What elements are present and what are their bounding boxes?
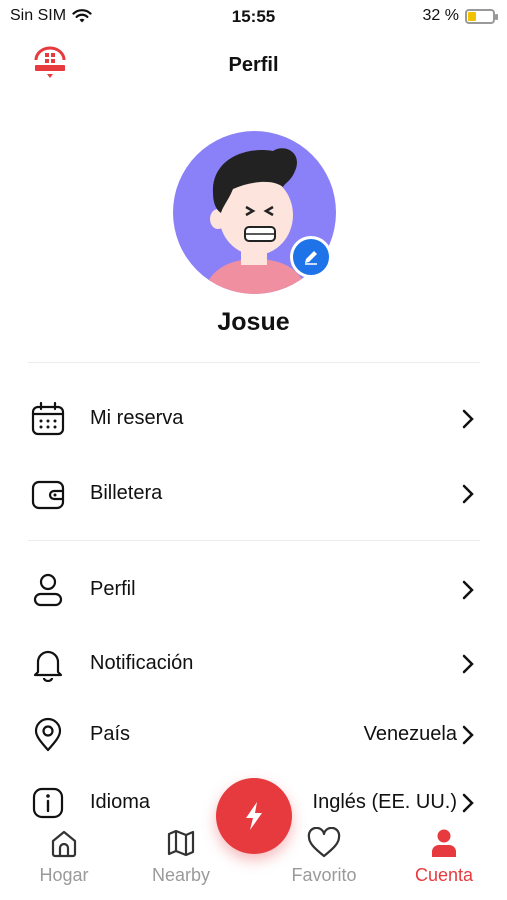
language-value: Inglés (EE. UU.) xyxy=(312,791,457,813)
menu-item-label: Billetera xyxy=(90,482,163,504)
nav-account[interactable]: Cuenta xyxy=(394,822,494,892)
page-title: Perfil xyxy=(228,54,279,76)
nav-label: Nearby xyxy=(151,865,211,885)
menu-item-country[interactable]: País Venezuela xyxy=(0,705,507,763)
wallet-icon xyxy=(31,480,65,510)
heart-icon xyxy=(307,827,341,858)
nav-label: Favorito xyxy=(291,865,357,885)
chevron-right-icon xyxy=(462,793,474,813)
status-bar: Sin SIM 15:55 32 % xyxy=(0,0,507,34)
user-icon xyxy=(33,573,63,607)
nav-home[interactable]: Hogar xyxy=(14,822,114,892)
chevron-right-icon xyxy=(462,409,474,429)
menu-item-profile[interactable]: Perfil xyxy=(0,560,507,618)
divider xyxy=(28,362,480,363)
nav-nearby[interactable]: Nearby xyxy=(131,822,231,892)
battery-icon xyxy=(465,8,498,24)
bell-icon xyxy=(33,650,63,682)
pencil-icon xyxy=(305,251,317,265)
nav-label: Cuenta xyxy=(414,865,474,885)
chevron-right-icon xyxy=(462,484,474,504)
info-icon xyxy=(32,787,64,819)
menu-item-notifications[interactable]: Notificación xyxy=(0,634,507,692)
quick-action-button[interactable] xyxy=(216,778,292,854)
menu-item-label: Mi reserva xyxy=(90,407,184,429)
menu-item-wallet[interactable]: Billetera xyxy=(0,464,507,522)
divider xyxy=(28,540,480,541)
nav-label: Hogar xyxy=(39,865,89,885)
menu-item-label: País xyxy=(90,723,131,745)
map-icon xyxy=(167,829,195,857)
country-value: Venezuela xyxy=(363,723,457,745)
home-icon xyxy=(51,830,77,858)
menu-item-label: Idioma xyxy=(90,791,151,813)
calendar-icon xyxy=(31,401,65,436)
edit-avatar-button[interactable] xyxy=(290,236,332,278)
person-icon xyxy=(432,829,456,857)
location-pin-icon xyxy=(34,717,62,752)
lightning-icon xyxy=(246,802,262,830)
battery-percent: 32 % xyxy=(422,7,459,24)
status-right: 32 % xyxy=(422,7,498,25)
menu-item-label: Perfil xyxy=(90,578,136,600)
nav-favorites[interactable]: Favorito xyxy=(274,822,374,892)
menu-item-label: Notificación xyxy=(90,652,194,674)
chevron-right-icon xyxy=(462,725,474,745)
chevron-right-icon xyxy=(462,654,474,674)
battery-fill xyxy=(468,11,476,21)
menu-item-reservation[interactable]: Mi reserva xyxy=(0,389,507,447)
chevron-right-icon xyxy=(462,580,474,600)
profile-name: Josue xyxy=(217,308,290,336)
